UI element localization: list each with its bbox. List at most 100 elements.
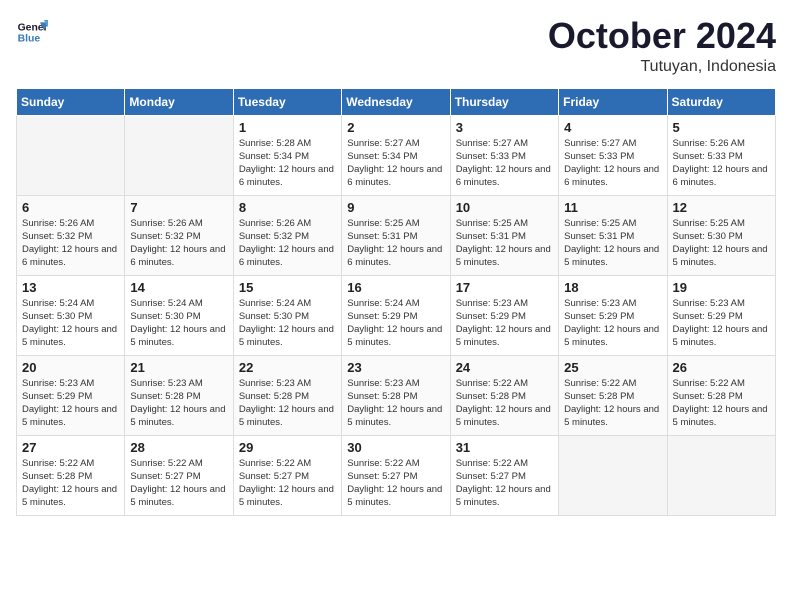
day-number: 29 [239,440,336,455]
title-block: October 2024 Tutuyan, Indonesia [548,16,776,76]
day-info: Sunrise: 5:28 AM Sunset: 5:34 PM Dayligh… [239,137,336,190]
day-info: Sunrise: 5:25 AM Sunset: 5:31 PM Dayligh… [456,217,553,270]
day-info: Sunrise: 5:23 AM Sunset: 5:29 PM Dayligh… [22,377,119,430]
day-cell: 18 Sunrise: 5:23 AM Sunset: 5:29 PM Dayli… [559,275,667,355]
day-number: 27 [22,440,119,455]
week-row-1: 1 Sunrise: 5:28 AM Sunset: 5:34 PM Daylig… [17,115,776,195]
day-cell: 30 Sunrise: 5:22 AM Sunset: 5:27 PM Dayli… [342,435,450,515]
day-info: Sunrise: 5:26 AM Sunset: 5:32 PM Dayligh… [130,217,227,270]
weekday-header-sunday: Sunday [17,88,125,115]
day-number: 30 [347,440,444,455]
day-cell: 27 Sunrise: 5:22 AM Sunset: 5:28 PM Dayli… [17,435,125,515]
day-info: Sunrise: 5:26 AM Sunset: 5:32 PM Dayligh… [22,217,119,270]
day-number: 20 [22,360,119,375]
day-number: 28 [130,440,227,455]
day-info: Sunrise: 5:22 AM Sunset: 5:28 PM Dayligh… [22,457,119,510]
day-info: Sunrise: 5:25 AM Sunset: 5:30 PM Dayligh… [673,217,770,270]
day-info: Sunrise: 5:24 AM Sunset: 5:30 PM Dayligh… [130,297,227,350]
day-cell: 7 Sunrise: 5:26 AM Sunset: 5:32 PM Daylig… [125,195,233,275]
day-cell: 24 Sunrise: 5:22 AM Sunset: 5:28 PM Dayli… [450,355,558,435]
day-info: Sunrise: 5:23 AM Sunset: 5:29 PM Dayligh… [673,297,770,350]
day-number: 2 [347,120,444,135]
day-number: 22 [239,360,336,375]
day-info: Sunrise: 5:23 AM Sunset: 5:29 PM Dayligh… [564,297,661,350]
day-info: Sunrise: 5:27 AM Sunset: 5:34 PM Dayligh… [347,137,444,190]
weekday-header-friday: Friday [559,88,667,115]
week-row-4: 20 Sunrise: 5:23 AM Sunset: 5:29 PM Dayli… [17,355,776,435]
day-number: 23 [347,360,444,375]
weekday-header-tuesday: Tuesday [233,88,341,115]
day-cell: 6 Sunrise: 5:26 AM Sunset: 5:32 PM Daylig… [17,195,125,275]
day-cell: 12 Sunrise: 5:25 AM Sunset: 5:30 PM Dayli… [667,195,775,275]
day-number: 6 [22,200,119,215]
day-cell: 4Sunrise: 5:27 AM Sunset: 5:33 PM Daylig… [559,115,667,195]
day-cell: 25Sunrise: 5:22 AM Sunset: 5:28 PM Dayli… [559,355,667,435]
day-cell: 5 Sunrise: 5:26 AM Sunset: 5:33 PM Daylig… [667,115,775,195]
day-info: Sunrise: 5:22 AM Sunset: 5:28 PM Dayligh… [456,377,553,430]
day-cell: 22Sunrise: 5:23 AM Sunset: 5:28 PM Dayli… [233,355,341,435]
day-cell [125,115,233,195]
day-cell: 20 Sunrise: 5:23 AM Sunset: 5:29 PM Dayli… [17,355,125,435]
day-number: 21 [130,360,227,375]
day-number: 31 [456,440,553,455]
day-info: Sunrise: 5:22 AM Sunset: 5:27 PM Dayligh… [347,457,444,510]
day-number: 17 [456,280,553,295]
day-cell: 16 Sunrise: 5:24 AM Sunset: 5:29 PM Dayli… [342,275,450,355]
day-number: 11 [564,200,661,215]
day-cell: 13 Sunrise: 5:24 AM Sunset: 5:30 PM Dayli… [17,275,125,355]
month-year-title: October 2024 [548,16,776,56]
day-info: Sunrise: 5:22 AM Sunset: 5:28 PM Dayligh… [564,377,661,430]
weekday-header-row: SundayMondayTuesdayWednesdayThursdayFrid… [17,88,776,115]
day-number: 15 [239,280,336,295]
day-cell: 10 Sunrise: 5:25 AM Sunset: 5:31 PM Dayli… [450,195,558,275]
day-number: 14 [130,280,227,295]
location-subtitle: Tutuyan, Indonesia [548,58,776,76]
day-cell: 8 Sunrise: 5:26 AM Sunset: 5:32 PM Daylig… [233,195,341,275]
day-number: 24 [456,360,553,375]
day-info: Sunrise: 5:22 AM Sunset: 5:27 PM Dayligh… [130,457,227,510]
day-cell: 21Sunrise: 5:23 AM Sunset: 5:28 PM Dayli… [125,355,233,435]
weekday-header-saturday: Saturday [667,88,775,115]
day-number: 5 [673,120,770,135]
week-row-3: 13 Sunrise: 5:24 AM Sunset: 5:30 PM Dayli… [17,275,776,355]
day-number: 1 [239,120,336,135]
day-cell: 1 Sunrise: 5:28 AM Sunset: 5:34 PM Daylig… [233,115,341,195]
day-cell [667,435,775,515]
day-cell [559,435,667,515]
day-number: 12 [673,200,770,215]
day-cell: 26Sunrise: 5:22 AM Sunset: 5:28 PM Dayli… [667,355,775,435]
svg-text:Blue: Blue [18,34,41,45]
day-info: Sunrise: 5:25 AM Sunset: 5:31 PM Dayligh… [564,217,661,270]
day-cell: 15 Sunrise: 5:24 AM Sunset: 5:30 PM Dayli… [233,275,341,355]
day-info: Sunrise: 5:24 AM Sunset: 5:30 PM Dayligh… [239,297,336,350]
calendar-table: SundayMondayTuesdayWednesdayThursdayFrid… [16,88,776,516]
weekday-header-monday: Monday [125,88,233,115]
day-number: 13 [22,280,119,295]
day-info: Sunrise: 5:27 AM Sunset: 5:33 PM Dayligh… [564,137,661,190]
day-info: Sunrise: 5:22 AM Sunset: 5:28 PM Dayligh… [673,377,770,430]
day-info: Sunrise: 5:22 AM Sunset: 5:27 PM Dayligh… [456,457,553,510]
day-cell: 3Sunrise: 5:27 AM Sunset: 5:33 PM Daylig… [450,115,558,195]
day-info: Sunrise: 5:23 AM Sunset: 5:29 PM Dayligh… [456,297,553,350]
day-cell: 14 Sunrise: 5:24 AM Sunset: 5:30 PM Dayli… [125,275,233,355]
day-number: 7 [130,200,227,215]
day-info: Sunrise: 5:26 AM Sunset: 5:33 PM Dayligh… [673,137,770,190]
weekday-header-thursday: Thursday [450,88,558,115]
day-number: 10 [456,200,553,215]
day-cell: 31 Sunrise: 5:22 AM Sunset: 5:27 PM Dayli… [450,435,558,515]
day-cell [17,115,125,195]
day-number: 19 [673,280,770,295]
day-cell: 28 Sunrise: 5:22 AM Sunset: 5:27 PM Dayli… [125,435,233,515]
logo: General Blue [16,16,48,48]
day-info: Sunrise: 5:24 AM Sunset: 5:30 PM Dayligh… [22,297,119,350]
day-info: Sunrise: 5:24 AM Sunset: 5:29 PM Dayligh… [347,297,444,350]
day-cell: 9Sunrise: 5:25 AM Sunset: 5:31 PM Daylig… [342,195,450,275]
day-number: 18 [564,280,661,295]
day-number: 3 [456,120,553,135]
day-number: 8 [239,200,336,215]
day-cell: 19 Sunrise: 5:23 AM Sunset: 5:29 PM Dayli… [667,275,775,355]
day-info: Sunrise: 5:26 AM Sunset: 5:32 PM Dayligh… [239,217,336,270]
day-cell: 11 Sunrise: 5:25 AM Sunset: 5:31 PM Dayli… [559,195,667,275]
day-info: Sunrise: 5:25 AM Sunset: 5:31 PM Dayligh… [347,217,444,270]
day-number: 16 [347,280,444,295]
